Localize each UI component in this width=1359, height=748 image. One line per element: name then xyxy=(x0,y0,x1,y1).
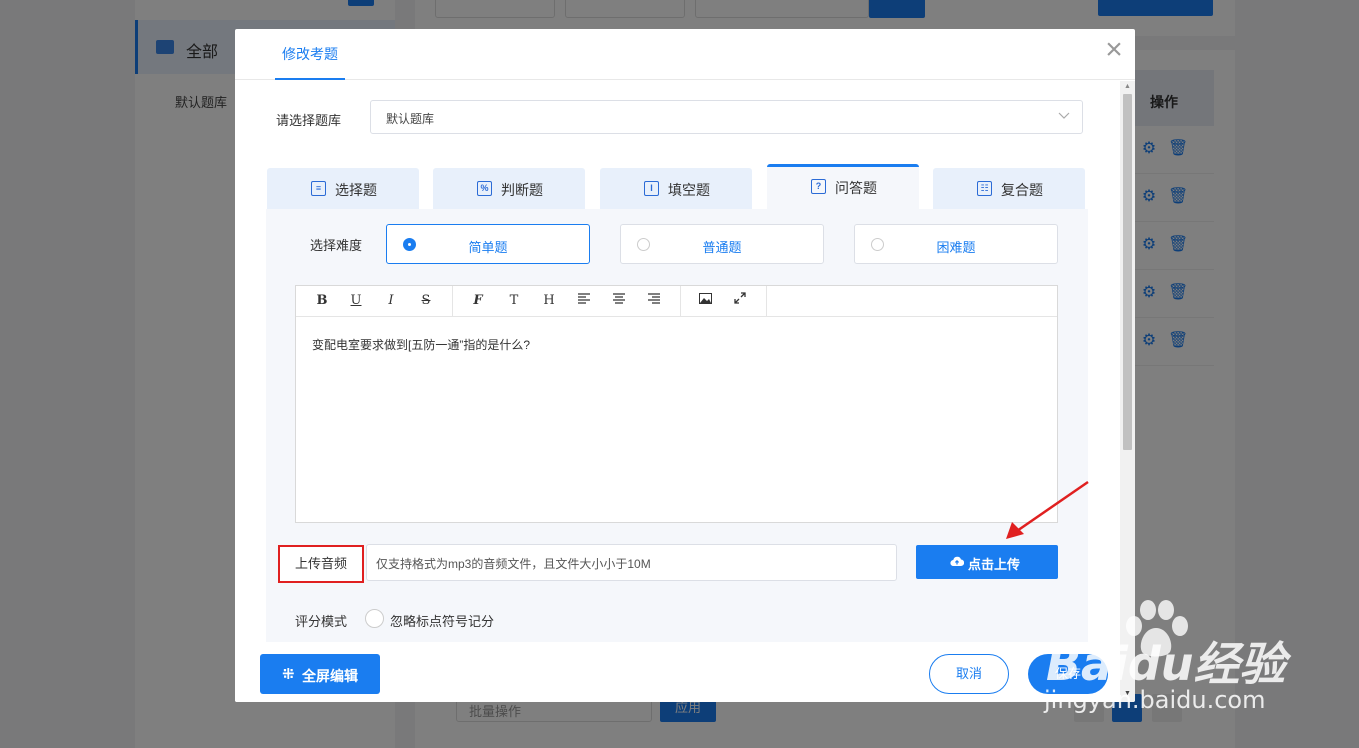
tab-label: 问答题 xyxy=(835,180,877,196)
strikethrough-button[interactable]: S xyxy=(417,292,435,310)
fullscreen-edit-label: 全屏编辑 xyxy=(302,668,358,684)
difficulty-option-hard[interactable]: 困难题 xyxy=(854,224,1058,264)
editor-toolbar: B U I S F T H xyxy=(296,286,1057,317)
cloud-upload-icon xyxy=(950,556,964,567)
align-center-icon[interactable] xyxy=(610,292,628,310)
image-icon[interactable] xyxy=(696,292,714,310)
fullscreen-icon[interactable] xyxy=(731,292,749,310)
modal-header: 修改考题 × xyxy=(235,29,1135,80)
tab-multiple-choice[interactable]: ≡ 选择题 xyxy=(267,168,419,209)
list-icon: ≡ xyxy=(311,181,326,196)
font-size-button[interactable]: T xyxy=(505,292,523,310)
question-icon: ? xyxy=(811,179,826,194)
upload-button-label: 点击上传 xyxy=(968,557,1021,572)
bold-button[interactable]: B xyxy=(313,292,331,310)
underline-button[interactable]: U xyxy=(347,292,365,310)
toolbar-divider xyxy=(452,286,453,317)
edit-question-modal: 修改考题 × 请选择题库 默认题库 ≡ 选择题 % 判断题 I 填空题 ? 问答… xyxy=(235,29,1135,702)
modal-footer: ⁜ 全屏编辑 取消 保存 xyxy=(235,642,1120,702)
scroll-down-arrow[interactable]: ▼ xyxy=(1123,690,1132,698)
toolbar-divider xyxy=(766,286,767,317)
scroll-up-arrow[interactable]: ▲ xyxy=(1123,83,1132,91)
save-button[interactable]: 保存 xyxy=(1028,654,1108,694)
difficulty-option-easy[interactable]: 简单题 xyxy=(386,224,590,264)
tab-label: 选择题 xyxy=(335,182,377,198)
text-cursor-icon: I xyxy=(644,181,659,196)
heading-button[interactable]: H xyxy=(540,292,558,310)
align-left-icon[interactable] xyxy=(575,292,593,310)
difficulty-option-label: 普通题 xyxy=(702,240,742,255)
tab-label: 填空题 xyxy=(668,182,710,198)
difficulty-option-normal[interactable]: 普通题 xyxy=(620,224,824,264)
tab-compound[interactable]: ☷ 复合题 xyxy=(933,168,1085,209)
toolbar-divider xyxy=(680,286,681,317)
fullscreen-edit-button[interactable]: ⁜ 全屏编辑 xyxy=(260,654,380,694)
tab-fill-blank[interactable]: I 填空题 xyxy=(600,168,752,209)
align-right-icon[interactable] xyxy=(645,292,663,310)
upload-audio-hint: 仅支持格式为mp3的音频文件，且文件大小小于10M xyxy=(376,557,651,571)
tab-label: 复合题 xyxy=(1001,182,1043,198)
chevron-down-icon xyxy=(1058,112,1070,119)
cancel-button[interactable]: 取消 xyxy=(929,654,1009,694)
upload-audio-label: 上传音频 xyxy=(278,545,364,583)
tab-true-false[interactable]: % 判断题 xyxy=(433,168,585,209)
upload-button[interactable]: 点击上传 xyxy=(916,545,1058,579)
tab-edit-question[interactable]: 修改考题 xyxy=(275,29,345,80)
tab-qa[interactable]: ? 问答题 xyxy=(767,164,919,209)
difficulty-label: 选择难度 xyxy=(310,238,363,253)
difficulty-option-label: 困难题 xyxy=(936,240,976,255)
bank-select[interactable]: 默认题库 xyxy=(370,100,1083,134)
bank-select-label: 请选择题库 xyxy=(276,113,342,128)
modal-scrollbar[interactable]: ▲ ▼ xyxy=(1120,81,1135,702)
ignore-punctuation-radio[interactable] xyxy=(365,609,384,628)
bank-select-value: 默认题库 xyxy=(386,112,435,126)
upload-audio-input[interactable]: 仅支持格式为mp3的音频文件，且文件大小小于10M xyxy=(366,544,897,581)
tab-label: 判断题 xyxy=(501,182,543,198)
scoring-mode-label: 评分模式 xyxy=(295,614,348,629)
difficulty-option-label: 简单题 xyxy=(468,240,508,255)
font-family-button[interactable]: F xyxy=(469,292,487,310)
percent-icon: % xyxy=(477,181,492,196)
collapse-icon: ⁜ xyxy=(282,666,295,683)
question-form-panel: 选择难度 简单题 普通题 困难题 B U I S F T H 变配电室要求做到[… xyxy=(266,209,1088,642)
italic-button[interactable]: I xyxy=(382,292,400,310)
editor-content[interactable]: 变配电室要求做到[五防一通”指的是什么? xyxy=(312,336,530,353)
close-icon[interactable]: × xyxy=(1101,35,1127,65)
modal-body: 请选择题库 默认题库 ≡ 选择题 % 判断题 I 填空题 ? 问答题 ☷ 复合题… xyxy=(235,81,1135,642)
compound-icon: ☷ xyxy=(977,181,992,196)
rich-text-editor: B U I S F T H 变配电室要求做到[五防一通”指的是什么? xyxy=(295,285,1058,523)
annotation-arrow xyxy=(1006,480,1089,539)
scrollbar-thumb[interactable] xyxy=(1123,94,1132,450)
ignore-punctuation-label: 忽略标点符号记分 xyxy=(390,614,495,629)
